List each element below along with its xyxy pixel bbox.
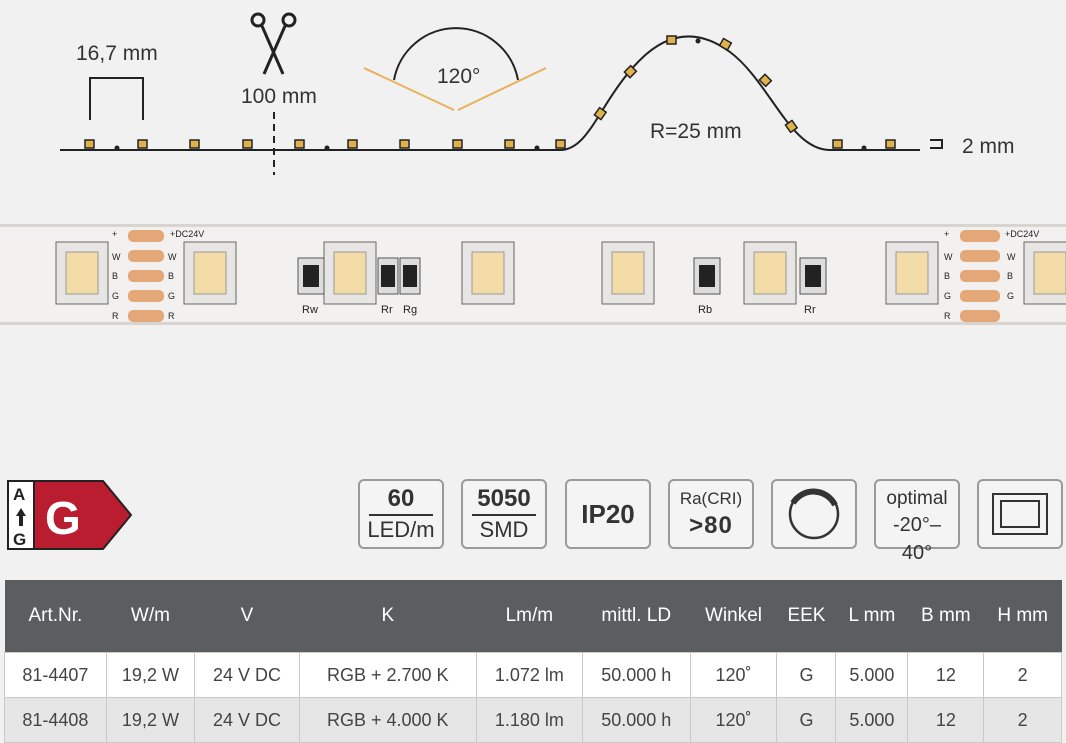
svg-text:Rr: Rr bbox=[381, 304, 393, 316]
svg-text:B: B bbox=[944, 271, 950, 281]
svg-text:301: 301 bbox=[702, 275, 714, 282]
scissors-icon bbox=[250, 12, 297, 75]
svg-text:R: R bbox=[168, 311, 175, 321]
dimmable-icon bbox=[788, 488, 840, 540]
spec-table: Art.Nr. W/m V K Lm/m mittl. LD Winkel EE… bbox=[4, 580, 1062, 743]
svg-text:B: B bbox=[112, 271, 118, 281]
energy-class-label: A G G bbox=[7, 480, 133, 550]
svg-text:301: 301 bbox=[306, 275, 318, 282]
table-header-row: Art.Nr. W/m V K Lm/m mittl. LD Winkel EE… bbox=[4, 580, 1062, 653]
svg-text:301: 301 bbox=[382, 275, 394, 282]
svg-text:G: G bbox=[168, 291, 175, 301]
svg-text:G: G bbox=[944, 291, 951, 301]
badge-led-density: 60 LED/m bbox=[358, 479, 444, 549]
svg-text:+: + bbox=[944, 229, 949, 239]
svg-text:W: W bbox=[944, 252, 953, 262]
segment-length-label: 16,7 mm bbox=[76, 42, 158, 65]
svg-text:B: B bbox=[1007, 271, 1013, 281]
badge-dimmable bbox=[771, 479, 857, 549]
svg-text:301: 301 bbox=[404, 275, 416, 282]
header-voltage: V bbox=[194, 580, 300, 653]
header-height: H mm bbox=[983, 580, 1062, 653]
svg-text:W: W bbox=[1007, 252, 1016, 262]
table-row: 81-4408 19,2 W 24 V DC RGB + 4.000 K 1.1… bbox=[4, 697, 1062, 743]
header-lumen: Lm/m bbox=[476, 580, 583, 653]
installation-diagram: 16,7 mm 100 mm 120° R=25 mm 2 mm bbox=[60, 12, 1015, 175]
header-lifetime: mittl. LD bbox=[582, 580, 691, 653]
header-color-temp: K bbox=[299, 580, 477, 653]
svg-text:301: 301 bbox=[808, 275, 820, 282]
header-angle: Winkel bbox=[690, 580, 777, 653]
bend-radius-label: R=25 mm bbox=[650, 120, 742, 143]
svg-text:R: R bbox=[944, 311, 951, 321]
header-eek: EEK bbox=[776, 580, 836, 653]
led-strip-image: + W B G R W B G R +DC24V + W B G R +DC24… bbox=[0, 222, 1066, 328]
thickness-label: 2 mm bbox=[962, 135, 1015, 158]
svg-text:Rg: Rg bbox=[403, 304, 417, 316]
cut-length-label: 100 mm bbox=[241, 85, 317, 108]
svg-text:G: G bbox=[112, 291, 119, 301]
header-length: L mm bbox=[835, 580, 908, 653]
svg-text:G: G bbox=[13, 530, 26, 549]
badge-temperature: optimal -20°– 40° bbox=[874, 479, 960, 564]
header-width: B mm bbox=[907, 580, 984, 653]
badge-profile bbox=[977, 479, 1063, 549]
svg-text:Rw: Rw bbox=[302, 304, 318, 316]
badge-smd-type: 5050 SMD bbox=[461, 479, 547, 549]
header-watt: W/m bbox=[106, 580, 195, 653]
badge-ip-rating: IP20 bbox=[565, 479, 651, 549]
svg-text:Rb: Rb bbox=[698, 304, 712, 316]
svg-text:B: B bbox=[168, 271, 174, 281]
svg-text:+: + bbox=[112, 229, 117, 239]
table-row: 81-4407 19,2 W 24 V DC RGB + 2.700 K 1.0… bbox=[4, 652, 1062, 698]
badge-cri: Ra(CRI) >80 bbox=[668, 479, 754, 549]
energy-class-value: G bbox=[45, 492, 81, 544]
led-markers bbox=[84, 35, 896, 149]
svg-text:G: G bbox=[1007, 291, 1014, 301]
header-art-nr: Art.Nr. bbox=[4, 580, 107, 653]
svg-text:W: W bbox=[112, 252, 121, 262]
svg-text:+DC24V: +DC24V bbox=[170, 229, 204, 239]
svg-text:R: R bbox=[112, 311, 119, 321]
beam-angle-label: 120° bbox=[437, 65, 480, 88]
svg-text:A: A bbox=[13, 485, 25, 504]
profile-frame-icon bbox=[992, 493, 1048, 535]
svg-text:+DC24V: +DC24V bbox=[1005, 229, 1039, 239]
svg-text:W: W bbox=[168, 252, 177, 262]
svg-text:Rr: Rr bbox=[804, 304, 816, 316]
